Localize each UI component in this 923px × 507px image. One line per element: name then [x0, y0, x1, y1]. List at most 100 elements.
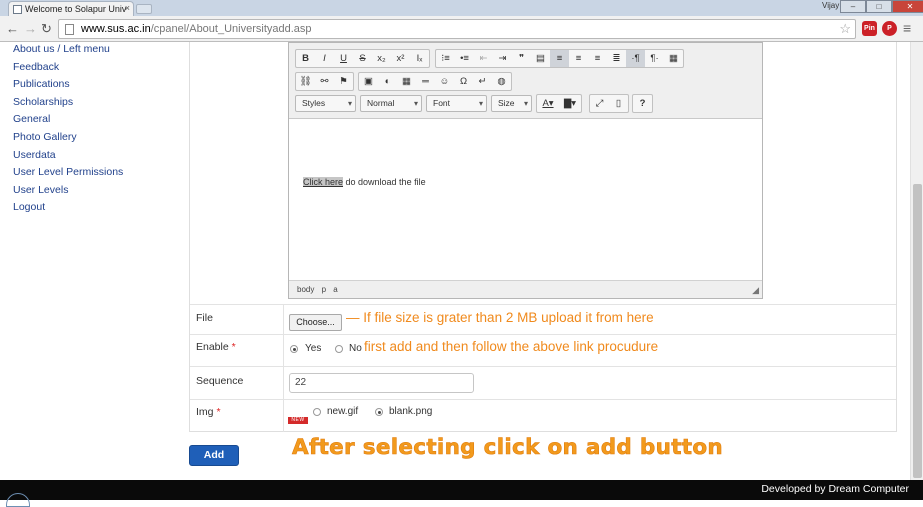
start-orb-icon[interactable] [6, 493, 30, 507]
img-new-gif-radio[interactable] [313, 408, 321, 416]
column-divider [283, 335, 284, 366]
choose-file-button[interactable]: Choose... [289, 314, 342, 331]
page-scrollbar[interactable] [910, 42, 923, 480]
blockquote-icon[interactable]: ❞ [512, 50, 531, 67]
bookmark-star-icon[interactable]: ☆ [839, 20, 851, 38]
browser-tab[interactable]: Welcome to Solapur Univ × [8, 1, 134, 16]
text-direction-rtl-icon[interactable]: ¶· [645, 50, 664, 67]
basic-style-group: B I U S x₂ x² Iₓ [295, 49, 430, 68]
show-blocks-icon[interactable]: ▯ [609, 95, 628, 112]
link-icon[interactable]: ⛓ [296, 73, 315, 90]
sidebar-item-user-levels[interactable]: User Levels [13, 183, 123, 201]
page-break-icon[interactable]: ↵ [473, 73, 492, 90]
sidebar-item-photo-gallery[interactable]: Photo Gallery [13, 130, 123, 148]
sidebar-item-publications[interactable]: Publications [13, 77, 123, 95]
styles-combo[interactable]: Styles [295, 95, 356, 112]
text-color-icon[interactable]: A▾ [537, 95, 559, 112]
align-right-icon[interactable]: ≡ [588, 50, 607, 67]
text-direction-ltr-icon[interactable]: ·¶ [626, 50, 645, 67]
div-container-icon[interactable]: ▤ [531, 50, 550, 67]
special-char-omega-icon[interactable]: Ω [454, 73, 473, 90]
editor-content-area[interactable]: Click here do download the file [289, 119, 762, 281]
horizontal-line-icon[interactable]: ═ [416, 73, 435, 90]
anchor-flag-icon[interactable]: ⚑ [334, 73, 353, 90]
editor-element-path: body p a ◢ [289, 280, 762, 298]
scrollbar-thumb[interactable] [913, 184, 922, 478]
sidebar-item-about-us[interactable]: About us / Left menu [13, 42, 123, 60]
enable-no-radio[interactable] [335, 345, 343, 353]
language-icon[interactable]: ▦ [664, 50, 683, 67]
align-left-icon[interactable]: ≡ [550, 50, 569, 67]
sidebar-item-scholarships[interactable]: Scholarships [13, 95, 123, 113]
about-group: ? [632, 94, 653, 113]
maximize-icon[interactable]: □ [866, 0, 892, 13]
table-icon[interactable]: ▦ [397, 73, 416, 90]
unlink-icon[interactable]: ⚯ [315, 73, 334, 90]
img-blank-png-label[interactable]: blank.png [389, 406, 432, 417]
maximize-editor-icon[interactable]: ⤢ [590, 95, 609, 112]
sidebar-item-user-level-permissions[interactable]: User Level Permissions [13, 165, 123, 183]
element-path-text[interactable]: body p a [297, 285, 338, 294]
window-close-icon[interactable]: ✕ [892, 0, 923, 13]
new-tab-button[interactable] [136, 4, 152, 14]
bold-icon[interactable]: B [296, 50, 315, 67]
sidebar-item-general[interactable]: General [13, 112, 123, 130]
image-icon[interactable]: ▣ [359, 73, 378, 90]
format-combo[interactable]: Normal [360, 95, 422, 112]
superscript-icon[interactable]: x² [391, 50, 410, 67]
justify-icon[interactable]: ≣ [607, 50, 626, 67]
forward-arrow-icon[interactable]: → [24, 21, 37, 36]
column-divider [283, 367, 284, 399]
editor-toolbar: B I U S x₂ x² Iₓ ⁝≡ •≡ ⇤ ⇥ ❞ ▤ ≡ ≡ ≡ ≣ ·… [289, 43, 762, 119]
tab-close-icon[interactable]: × [125, 3, 130, 13]
size-combo[interactable]: Size [491, 95, 532, 112]
required-mark: * [216, 406, 221, 418]
smiley-icon[interactable]: ☺ [435, 73, 454, 90]
address-bar[interactable]: www.sus.ac.in/cpanel/About_Universityadd… [58, 19, 856, 39]
pin-extension-icon[interactable]: Pin [862, 21, 877, 36]
align-center-icon[interactable]: ≡ [569, 50, 588, 67]
add-button[interactable]: Add [189, 445, 239, 466]
iframe-globe-icon[interactable]: ◍ [492, 73, 511, 90]
sidebar-item-userdata[interactable]: Userdata [13, 148, 123, 166]
reload-icon[interactable]: ↻ [41, 21, 52, 37]
url-path: /cpanel/About_Universityadd.asp [150, 23, 312, 35]
img-new-gif-label[interactable]: new.gif [327, 406, 358, 417]
back-arrow-icon[interactable]: ← [6, 21, 19, 36]
resize-grip-icon[interactable]: ◢ [752, 285, 759, 296]
enable-yes-radio[interactable] [290, 345, 298, 353]
outdent-icon[interactable]: ⇤ [474, 50, 493, 67]
underline-icon[interactable]: U [334, 50, 353, 67]
sidebar-menu: About us / Left menu Feedback Publicatio… [13, 42, 123, 218]
numbered-list-icon[interactable]: ⁝≡ [436, 50, 455, 67]
sidebar-item-logout[interactable]: Logout [13, 200, 123, 218]
footer: Developed by Dream Computer [0, 480, 923, 507]
indent-icon[interactable]: ⇥ [493, 50, 512, 67]
enable-yes-label[interactable]: Yes [305, 343, 321, 354]
img-blank-png-radio[interactable] [375, 408, 383, 416]
strikethrough-icon[interactable]: S [353, 50, 372, 67]
file-size-note: — If file size is grater than 2 MB uploa… [346, 310, 654, 325]
help-question-icon[interactable]: ? [633, 95, 652, 112]
remove-format-icon[interactable]: Iₓ [410, 50, 429, 67]
pinterest-icon[interactable]: P [882, 21, 897, 36]
background-color-icon[interactable]: ▇▾ [559, 95, 581, 112]
profile-name[interactable]: Vijay [822, 1, 839, 10]
minimize-icon[interactable]: – [840, 0, 866, 13]
enable-note: first add and then follow the above link… [364, 339, 659, 354]
subscript-icon[interactable]: x₂ [372, 50, 391, 67]
browser-menu-icon[interactable]: ≡ [903, 20, 911, 36]
flash-icon[interactable]: ◐ [378, 73, 397, 90]
new-badge-image: NEW [288, 417, 308, 424]
file-size-note-text: If file size is grater than 2 MB upload … [363, 310, 654, 325]
sequence-label: Sequence [196, 375, 244, 387]
sequence-input[interactable]: 22 [289, 373, 474, 393]
sidebar-item-feedback[interactable]: Feedback [13, 60, 123, 78]
enable-no-label[interactable]: No [349, 343, 362, 354]
bulleted-list-icon[interactable]: •≡ [455, 50, 474, 67]
font-combo[interactable]: Font [426, 95, 487, 112]
download-link[interactable]: Click here [303, 177, 344, 187]
page-icon [65, 24, 74, 35]
sequence-row: Sequence 22 [190, 366, 896, 399]
italic-icon[interactable]: I [315, 50, 334, 67]
